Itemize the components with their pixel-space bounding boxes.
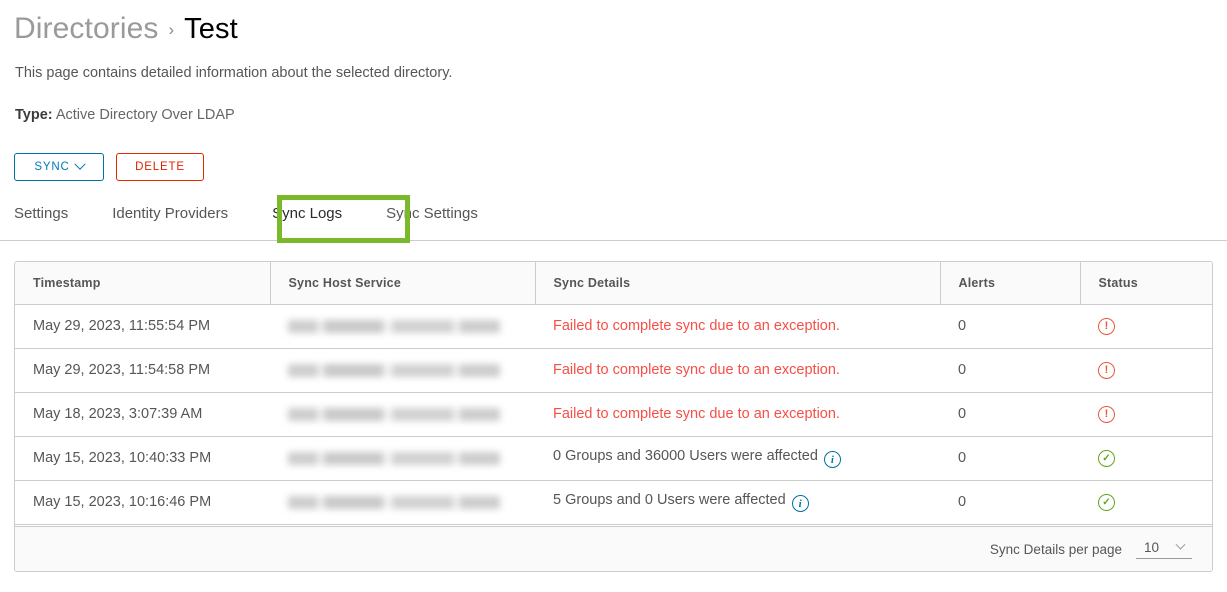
table-footer: Sync Details per page 10 — [15, 526, 1212, 571]
delete-button-label: DELETE — [135, 161, 185, 173]
info-icon[interactable]: i — [823, 451, 841, 469]
status-error-icon: ! — [1098, 317, 1115, 335]
delete-button[interactable]: DELETE — [116, 153, 204, 181]
cell-sync-details: Failed to complete sync due to an except… — [535, 348, 940, 393]
cell-timestamp: May 29, 2023, 11:55:54 PM — [15, 304, 270, 349]
cell-status: ✓ — [1080, 480, 1212, 525]
cell-sync-host-service — [270, 304, 535, 349]
sync-details-text: 5 Groups and 0 Users were affected — [553, 491, 786, 508]
table-row[interactable]: May 15, 2023, 10:40:33 PM 0 Groups and 36… — [15, 436, 1212, 481]
sync-logs-table-card: Timestamp Sync Host Service Sync Details… — [14, 261, 1213, 572]
per-page-value: 10 — [1144, 540, 1160, 555]
cell-sync-host-service — [270, 348, 535, 393]
directory-detail-page: Directories › Test This page contains de… — [0, 0, 1227, 592]
redacted-host-value — [288, 495, 500, 509]
tab-sync-settings[interactable]: Sync Settings — [386, 200, 500, 234]
cell-alerts: 0 — [940, 480, 1080, 525]
breadcrumb-root-link[interactable]: Directories — [14, 12, 158, 46]
cell-status: ! — [1080, 348, 1212, 393]
sync-details-text: Failed to complete sync due to an except… — [553, 406, 840, 422]
redacted-host-value — [288, 407, 500, 421]
column-header-alerts[interactable]: Alerts — [939, 262, 1080, 305]
status-error-icon: ! — [1098, 361, 1115, 379]
tab-sync-logs[interactable]: Sync Logs — [272, 200, 364, 234]
status-error-icon: ! — [1098, 405, 1115, 423]
cell-timestamp: May 15, 2023, 10:40:33 PM — [15, 436, 270, 481]
sync-details-text: Failed to complete sync due to an except… — [553, 362, 840, 378]
cell-sync-details: 5 Groups and 0 Users were affected i — [535, 480, 940, 525]
directory-type-label: Type: — [15, 107, 53, 123]
chevron-down-icon — [74, 158, 86, 170]
action-button-group: SYNC DELETE — [14, 153, 204, 181]
redacted-host-value — [288, 451, 500, 465]
sync-logs-table: Timestamp Sync Host Service Sync Details… — [15, 262, 1212, 525]
table-row[interactable]: May 18, 2023, 3:07:39 AM Failed to comple… — [15, 392, 1212, 437]
tab-identity-providers[interactable]: Identity Providers — [112, 200, 250, 234]
column-header-status[interactable]: Status — [1079, 262, 1212, 305]
cell-alerts: 0 — [940, 348, 1080, 393]
cell-sync-host-service — [270, 436, 535, 481]
page-subtitle: This page contains detailed information … — [15, 65, 453, 81]
table-row[interactable]: May 29, 2023, 11:55:54 PM Failed to compl… — [15, 304, 1212, 349]
cell-sync-details: Failed to complete sync due to an except… — [535, 392, 940, 437]
page-title: Test — [184, 13, 238, 45]
cell-sync-host-service — [270, 480, 535, 525]
status-success-icon: ✓ — [1098, 494, 1115, 511]
cell-sync-details: Failed to complete sync due to an except… — [535, 304, 940, 349]
table-row[interactable]: May 15, 2023, 10:16:46 PM 5 Groups and 0 … — [15, 480, 1212, 525]
cell-status: ! — [1080, 304, 1212, 349]
column-header-sync-details[interactable]: Sync Details — [534, 262, 940, 305]
directory-type-value: Active Directory Over LDAP — [55, 107, 235, 123]
sync-button-label: SYNC — [34, 161, 70, 173]
cell-alerts: 0 — [940, 392, 1080, 437]
cell-sync-details: 0 Groups and 36000 Users were affected i — [535, 436, 940, 481]
table-body: May 29, 2023, 11:55:54 PM Failed to compl… — [15, 304, 1212, 525]
per-page-select[interactable]: 10 — [1136, 539, 1192, 559]
sync-details-text: Failed to complete sync due to an except… — [553, 318, 840, 334]
cell-timestamp: May 18, 2023, 3:07:39 AM — [15, 392, 270, 437]
cell-alerts: 0 — [940, 304, 1080, 349]
column-header-timestamp[interactable]: Timestamp — [15, 262, 270, 305]
directory-type-row: Type: Active Directory Over LDAP — [15, 107, 235, 123]
sync-button[interactable]: SYNC — [14, 153, 104, 181]
cell-status: ✓ — [1080, 436, 1212, 481]
table-header-row: Timestamp Sync Host Service Sync Details… — [15, 262, 1212, 305]
breadcrumb-separator-icon: › — [168, 20, 175, 39]
cell-timestamp: May 15, 2023, 10:16:46 PM — [15, 480, 270, 525]
info-icon[interactable]: i — [791, 495, 809, 513]
per-page-label: Sync Details per page — [989, 541, 1122, 557]
chevron-down-icon — [1175, 539, 1186, 550]
table-row[interactable]: May 29, 2023, 11:54:58 PM Failed to compl… — [15, 348, 1212, 393]
column-header-sync-host-service[interactable]: Sync Host Service — [269, 262, 535, 305]
cell-timestamp: May 29, 2023, 11:54:58 PM — [15, 348, 270, 393]
status-success-icon: ✓ — [1098, 450, 1115, 467]
redacted-host-value — [288, 363, 500, 377]
cell-status: ! — [1080, 392, 1212, 437]
tab-settings[interactable]: Settings — [14, 200, 90, 234]
breadcrumb: Directories › Test — [14, 12, 238, 46]
sync-details-text: 0 Groups and 36000 Users were affected — [553, 447, 818, 464]
cell-sync-host-service — [270, 392, 535, 437]
cell-alerts: 0 — [940, 436, 1080, 481]
redacted-host-value — [288, 319, 500, 333]
tab-bar: Settings Identity Providers Sync Logs Sy… — [0, 200, 1227, 241]
